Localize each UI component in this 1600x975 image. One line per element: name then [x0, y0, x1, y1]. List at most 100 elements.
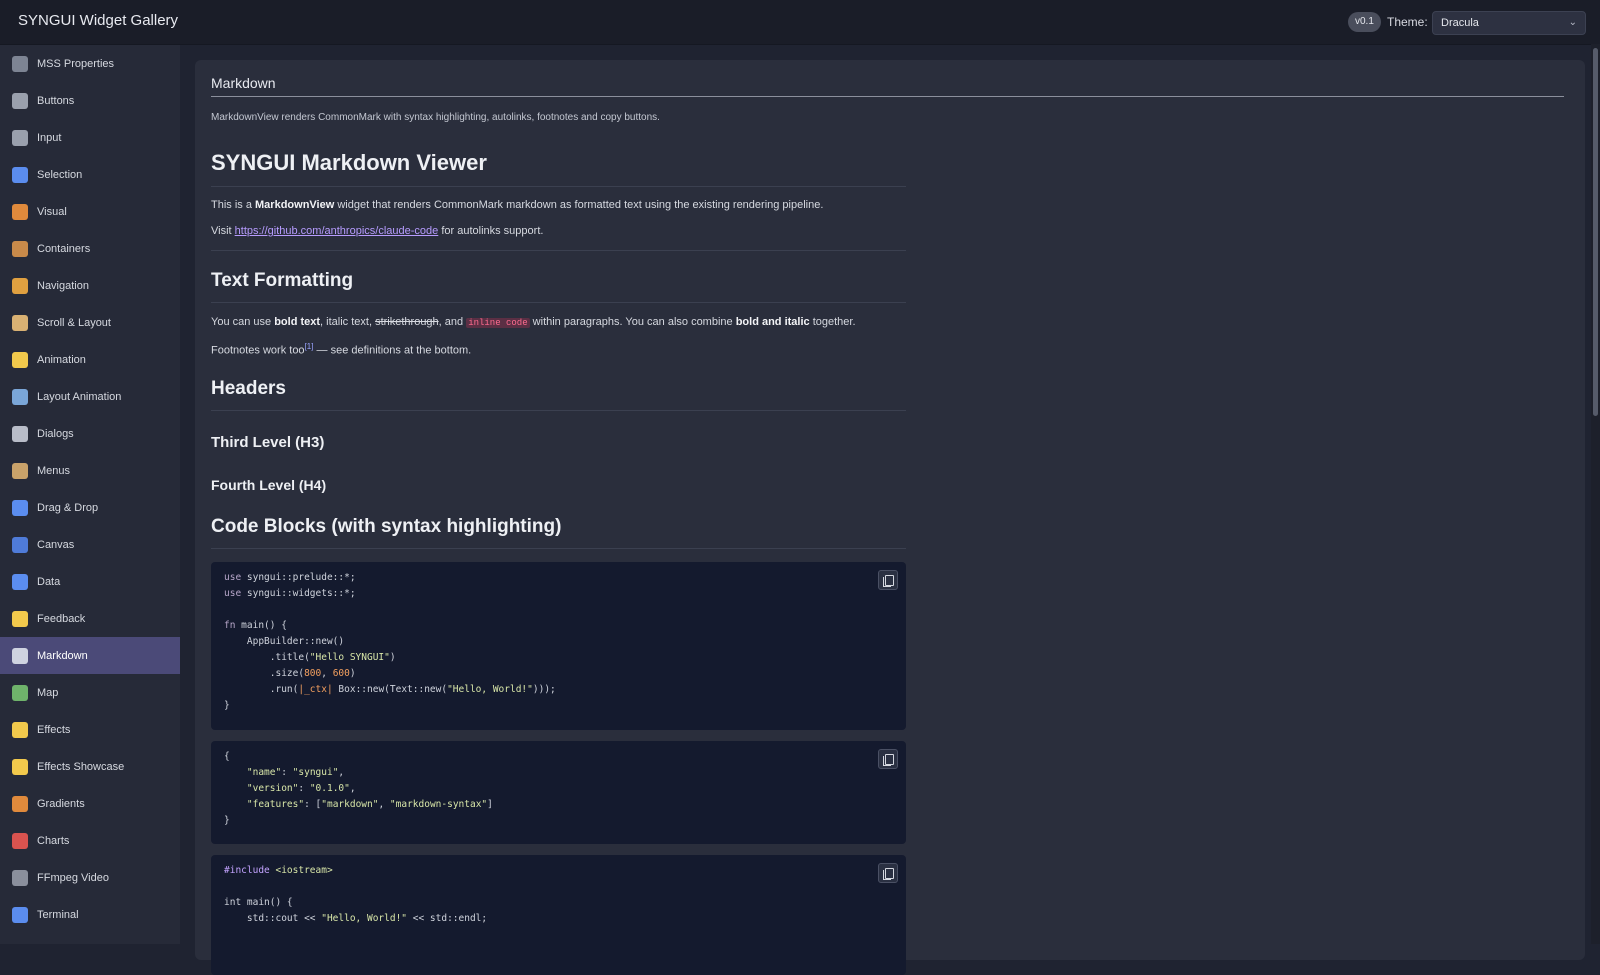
- code-token: }: [224, 700, 230, 711]
- sidebar-item-map[interactable]: Map: [0, 674, 180, 711]
- sidebar-item-label: Effects Showcase: [37, 760, 125, 773]
- sidebar-item-drag-drop[interactable]: Drag & Drop: [0, 489, 180, 526]
- sidebar-item-effects[interactable]: Effects: [0, 711, 180, 748]
- sidebar-item-label: Drag & Drop: [37, 501, 99, 514]
- refresh-icon: [12, 499, 28, 516]
- sidebar-item-layout-animation[interactable]: Layout Animation: [0, 378, 180, 415]
- sidebar-item-terminal[interactable]: Terminal: [0, 896, 180, 933]
- fn-text-rest: — see definitions at the bottom.: [313, 344, 472, 357]
- fmt-text: , and: [438, 316, 467, 328]
- code-token: Box::new(Text::new(: [332, 684, 448, 695]
- sidebar-item-effects-showcase[interactable]: Effects Showcase: [0, 748, 180, 785]
- code-token: )));: [532, 684, 556, 695]
- palette-icon: [12, 203, 28, 220]
- theme-select-value: Dracula: [1441, 17, 1479, 29]
- sidebar-item-label: Input: [37, 131, 62, 144]
- code-key: "features": [224, 799, 305, 810]
- markdown-h2-formatting: Text Formatting: [211, 270, 354, 291]
- monitor-icon: [12, 906, 28, 923]
- main-panel: Markdown MarkdownView renders CommonMark…: [195, 60, 1585, 975]
- sidebar-item-canvas[interactable]: Canvas: [0, 526, 180, 563]
- sidebar-item-markdown[interactable]: Markdown: [0, 637, 180, 674]
- sidebar-item-input[interactable]: Input: [0, 119, 180, 156]
- code-token: ,: [349, 783, 356, 794]
- grid-icon: [12, 55, 28, 72]
- sidebar-item-label: MSS Properties: [37, 57, 115, 70]
- code-number: 800: [304, 668, 322, 679]
- sidebar-item-navigation[interactable]: Navigation: [0, 267, 180, 304]
- scrollbar-thumb[interactable]: [1593, 48, 1598, 416]
- sidebar-item-dialogs[interactable]: Dialogs: [0, 415, 180, 452]
- code-number: 600: [332, 668, 350, 679]
- sidebar-item-label: Data: [37, 575, 61, 588]
- sidebar-item-feedback[interactable]: Feedback: [0, 600, 180, 637]
- sidebar-item-label: Terminal: [37, 908, 79, 921]
- code-token: :: [298, 783, 310, 794]
- sidebar-item-visual[interactable]: Visual: [0, 193, 180, 230]
- line-chart-icon: [12, 832, 28, 849]
- speech-bubble-icon: [12, 425, 28, 442]
- copy-button[interactable]: [878, 863, 898, 883]
- code-token: << std::endl;: [407, 913, 488, 924]
- sidebar-item-label: Canvas: [37, 538, 75, 551]
- sidebar-item-charts[interactable]: Charts: [0, 822, 180, 859]
- sidebar-item-label: Visual: [37, 205, 67, 218]
- code-token: .run(: [224, 684, 299, 695]
- sidebar-item-selection[interactable]: Selection: [0, 156, 180, 193]
- sidebar-item-label: FFmpeg Video: [37, 871, 109, 884]
- box-icon: [12, 240, 28, 257]
- sidebar-item-data[interactable]: Data: [0, 563, 180, 600]
- fmt-text: , italic text,: [320, 316, 376, 328]
- chevron-down-icon: ⌄: [1568, 17, 1577, 28]
- section-description: MarkdownView renders CommonMark with syn…: [211, 112, 660, 123]
- visit-paragraph: Visit https://github.com/anthropics/clau…: [211, 225, 543, 237]
- sidebar-item-buttons[interactable]: Buttons: [0, 82, 180, 119]
- sidebar-item-mss-properties[interactable]: MSS Properties: [0, 45, 180, 82]
- code-string: "markdown-syntax": [389, 799, 488, 810]
- fmt-text: within paragraphs. You can also combine: [529, 316, 736, 328]
- code-string: "syngui": [292, 767, 339, 778]
- code-token: ): [349, 668, 356, 679]
- code-block-cpp: #include <iostream> int main() { std::co…: [211, 855, 906, 975]
- code-token: ,: [321, 668, 333, 679]
- fmt-text: together.: [809, 316, 856, 328]
- autolink[interactable]: https://github.com/anthropics/claude-cod…: [235, 225, 439, 237]
- document-icon: [12, 647, 28, 664]
- code-string: "Hello, World!": [447, 684, 533, 695]
- code-token: .title(: [224, 652, 310, 663]
- code-token: use: [224, 588, 242, 599]
- code-string: <iostream>: [269, 865, 333, 876]
- code-string: "0.1.0": [309, 783, 350, 794]
- sidebar-item-ffmpeg-video[interactable]: FFmpeg Video: [0, 859, 180, 896]
- copy-button[interactable]: [878, 749, 898, 769]
- palette-icon: [12, 795, 28, 812]
- sidebar-item-scroll-layout[interactable]: Scroll & Layout: [0, 304, 180, 341]
- sidebar-item-label: Buttons: [37, 94, 75, 107]
- code-token: syngui::widgets::*;: [241, 588, 356, 599]
- code-token: ]: [487, 799, 493, 810]
- code-token: {: [224, 751, 230, 762]
- code-token: .size(: [224, 668, 305, 679]
- h2-divider: [211, 548, 906, 549]
- sidebar-item-menus[interactable]: Menus: [0, 452, 180, 489]
- intro-text: This is a: [211, 199, 256, 211]
- sidebar-item-containers[interactable]: Containers: [0, 230, 180, 267]
- code-directive: #include: [224, 865, 270, 876]
- formatting-paragraph: You can use bold text, italic text, stri…: [211, 316, 856, 328]
- sidebar-item-gradients[interactable]: Gradients: [0, 785, 180, 822]
- sidebar-item-label: Navigation: [37, 279, 89, 292]
- code-token: ): [389, 652, 396, 663]
- sidebar-item-label: Selection: [37, 168, 83, 181]
- markdown-h4: Fourth Level (H4): [211, 477, 327, 493]
- theme-select[interactable]: Dracula ⌄: [1432, 11, 1586, 35]
- sidebar-item-label: Effects: [37, 723, 71, 736]
- code-string: "Hello, World!": [321, 913, 408, 924]
- sidebar-item-animation[interactable]: Animation: [0, 341, 180, 378]
- copy-button[interactable]: [878, 570, 898, 590]
- map-icon: [12, 684, 28, 701]
- code-token: syngui::prelude::*;: [241, 572, 356, 583]
- fmt-bold: bold text: [274, 316, 321, 328]
- version-badge: v0.1: [1348, 12, 1381, 32]
- code-token: ,: [338, 767, 345, 778]
- section-title: Markdown: [211, 75, 276, 91]
